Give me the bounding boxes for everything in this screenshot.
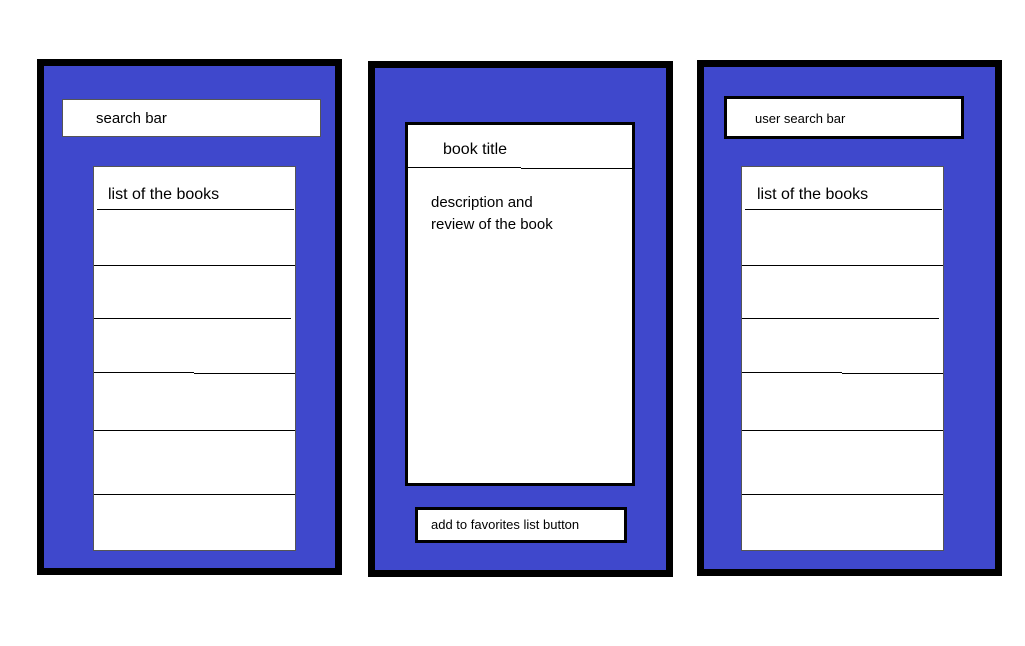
title-divider — [408, 167, 521, 168]
list-item[interactable] — [94, 319, 295, 372]
add-to-favorites-button[interactable]: add to favorites list button — [415, 507, 627, 543]
book-description: description and — [431, 194, 533, 211]
book-detail-screen: book title description and review of the… — [368, 61, 673, 577]
list-item[interactable] — [94, 431, 295, 494]
add-to-favorites-label: add to favorites list button — [431, 517, 580, 532]
user-book-list-header: list of the books — [757, 186, 869, 203]
user-search-bar-label: user search bar — [755, 111, 846, 126]
book-title: book title — [443, 141, 508, 158]
list-item[interactable] — [94, 210, 295, 265]
search-input[interactable]: search bar — [62, 99, 321, 137]
list-divider — [94, 372, 194, 373]
list-item[interactable] — [742, 210, 943, 265]
book-review: review of the book — [431, 216, 553, 233]
book-list-header: list of the books — [108, 186, 220, 203]
book-list: list of the books — [93, 166, 296, 551]
list-item[interactable] — [742, 266, 943, 318]
list-item[interactable] — [94, 495, 295, 550]
list-item[interactable] — [94, 374, 295, 430]
list-item[interactable] — [742, 431, 943, 494]
user-search-input[interactable]: user search bar — [724, 96, 964, 139]
list-item[interactable] — [742, 495, 943, 550]
book-detail-card: book title description and review of the… — [405, 122, 635, 486]
search-bar-label: search bar — [96, 110, 167, 127]
book-search-screen: search bar list of the books — [37, 59, 342, 575]
user-search-screen: user search bar list of the books — [697, 60, 1002, 576]
user-book-list: list of the books — [741, 166, 944, 551]
list-item[interactable] — [742, 374, 943, 430]
title-divider — [521, 168, 632, 169]
list-divider — [742, 372, 842, 373]
list-item[interactable] — [94, 266, 295, 318]
list-item[interactable] — [742, 319, 943, 372]
